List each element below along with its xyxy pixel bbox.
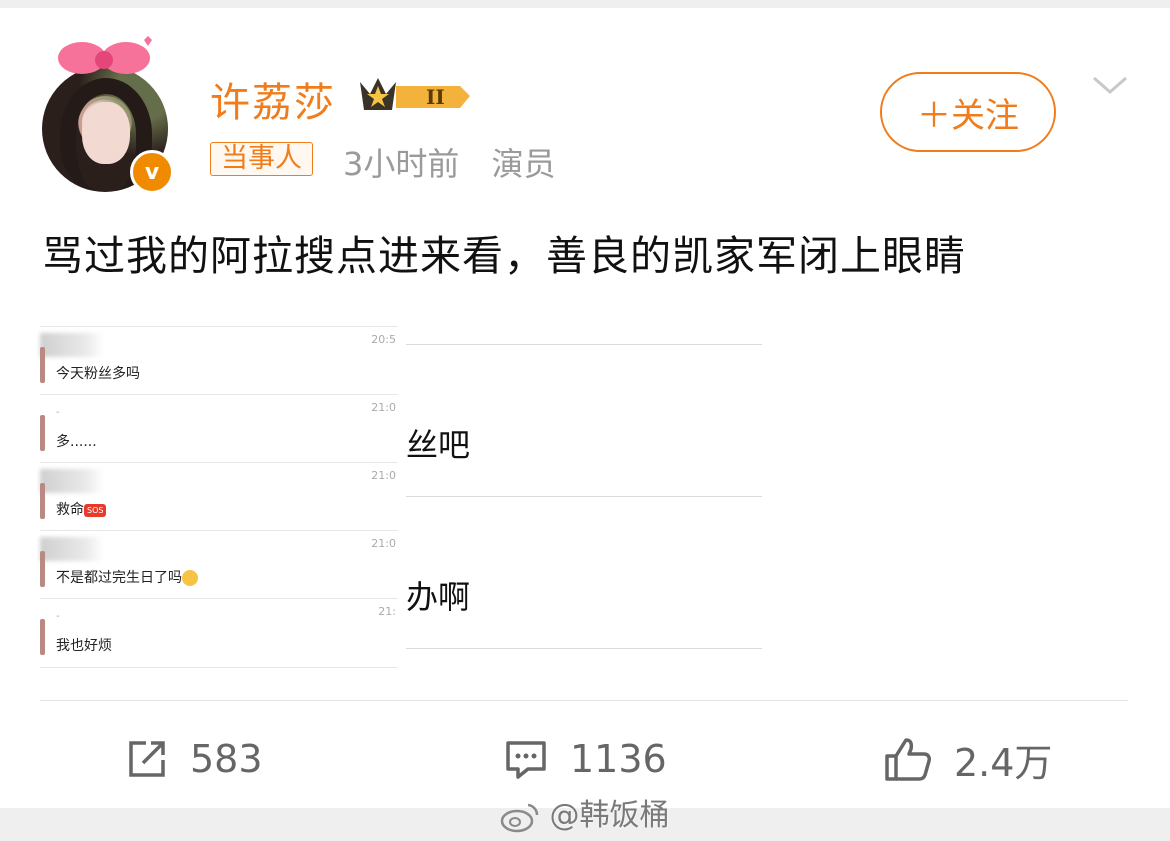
weibo-post-card: v 许荔莎 II 当事人 3小时前 演员 ＋关注 骂过我的阿拉搜点进来看，善良的… xyxy=(0,8,1170,808)
author-name[interactable]: 许荔莎 xyxy=(210,70,336,128)
chat-message: 多...... xyxy=(56,434,97,450)
sos-emoji-icon: SOS xyxy=(84,503,107,517)
repost-count: 583 xyxy=(190,737,263,781)
chat-row: - 21:0 多...... xyxy=(40,394,398,463)
background-text-fragment: 丝吧 xyxy=(406,426,471,464)
repost-button[interactable]: 583 xyxy=(126,734,263,784)
chat-list: 20:5 今天粉丝多吗 - 21:0 多...... 21:0 救命 SOS 21… xyxy=(40,318,398,670)
post-time: 3小时前 xyxy=(343,145,460,183)
background-text-fragment: 办啊 xyxy=(406,578,471,616)
chat-row: - 21: 我也好烦 xyxy=(40,598,398,668)
verified-badge-icon: v xyxy=(130,150,174,194)
chat-message: 救命 SOS xyxy=(56,499,107,519)
watermark: @韩饭桶 xyxy=(500,790,670,834)
comment-button[interactable]: 1136 xyxy=(504,734,667,784)
party-tag: 当事人 xyxy=(210,142,313,176)
post-meta: 3小时前 演员 xyxy=(343,139,578,185)
chat-message: 不是都过完生日了吗 xyxy=(56,567,198,587)
comment-icon xyxy=(506,741,546,779)
chat-row: 21:0 不是都过完生日了吗 xyxy=(40,530,398,599)
chevron-down-icon[interactable] xyxy=(1090,70,1130,100)
chat-row: 20:5 今天粉丝多吗 xyxy=(40,326,398,395)
like-count: 2.4万 xyxy=(954,740,1053,785)
comment-count: 1136 xyxy=(570,737,667,781)
thumbs-up-icon xyxy=(885,738,931,781)
share-icon xyxy=(129,741,165,777)
bow-decoration-icon xyxy=(58,36,152,74)
chat-row: 21:0 救命 SOS xyxy=(40,462,398,531)
chat-message: 我也好烦 xyxy=(56,638,112,654)
like-button[interactable]: 2.4万 xyxy=(884,734,1053,785)
level-badge: II xyxy=(426,85,445,109)
crying-emoji-icon xyxy=(182,570,198,586)
member-crown-icon[interactable]: II xyxy=(356,72,474,116)
divider xyxy=(40,700,1128,701)
follow-button[interactable]: ＋关注 xyxy=(880,72,1056,152)
author-avatar[interactable]: v xyxy=(40,36,180,194)
weibo-logo-icon xyxy=(500,803,539,832)
post-text: 骂过我的阿拉搜点进来看，善良的凯家军闭上眼睛 xyxy=(42,232,966,280)
author-role: 演员 xyxy=(491,145,556,183)
chat-screenshot-image[interactable]: 丝吧 办啊 20:5 今天粉丝多吗 - 21:0 多...... 21:0 救命… xyxy=(40,318,770,670)
chat-message: 今天粉丝多吗 xyxy=(56,366,140,382)
